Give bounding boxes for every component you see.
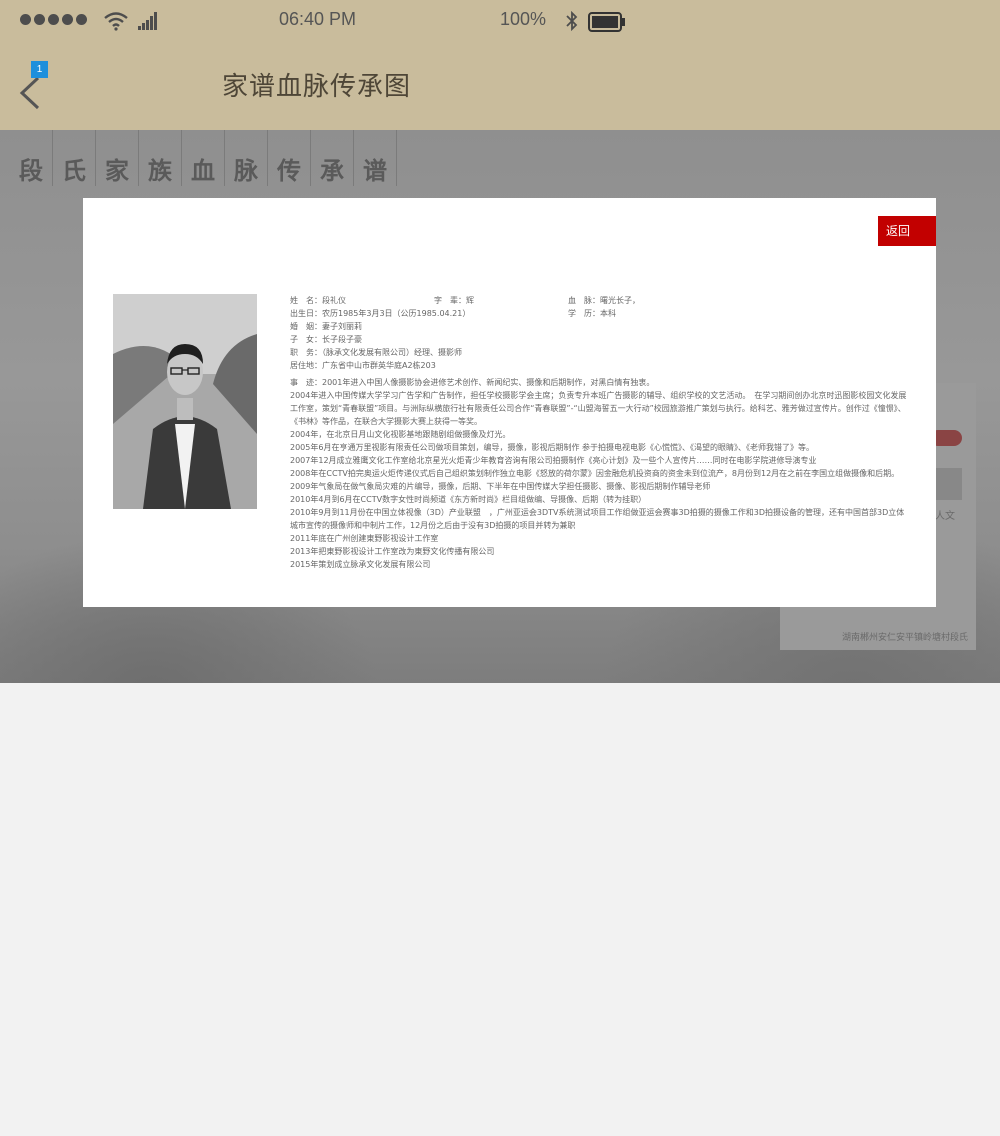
banner-char: 传 — [268, 130, 311, 186]
info-marriage: 婚 姻：妻子刘丽莉 — [290, 322, 362, 331]
profile-info: 姓 名：段礼仪 字 辈：辉 血 脉：曙光长子， 出生日：农历1985年3月3日（… — [290, 294, 910, 571]
banner-char: 承 — [311, 130, 354, 186]
page-title: 家谱血脉传承图 — [222, 72, 412, 102]
biography: 事 迹：2001年进入中国人像摄影协会进修艺术创作、新闻纪实、摄像和后期制作，对… — [290, 376, 910, 571]
battery-icon — [588, 12, 625, 32]
info-generation: 字 辈：辉 — [434, 296, 474, 305]
biography-line: 2007年12月成立雅鹰文化工作室给北京星光火炬青少年教育咨询有限公司拍摄制作《… — [290, 456, 817, 465]
info-name: 姓 名：段礼仪 — [290, 296, 346, 305]
lineage-background: 段 氏 家 族 血 脉 传 承 谱 人文 湖南郴州安仁安平镇岭塘村段氏 返回 姓… — [0, 130, 1000, 683]
biography-line: 2011年底在广州创建東野影视设计工作室 — [290, 534, 439, 543]
return-button[interactable]: 返回 — [878, 216, 936, 246]
biography-line: 2005年6月在亨通万里视影有限责任公司做项目策划，编导，摄像，影视后期制作 参… — [290, 443, 814, 452]
biography-line: 2015年策划成立脉承文化发展有限公司 — [290, 560, 431, 569]
banner-char: 血 — [182, 130, 225, 186]
status-time: 06:40 PM — [279, 9, 357, 29]
banner-char: 家 — [96, 130, 139, 186]
banner-char: 谱 — [354, 130, 397, 186]
cellular-signal-icon — [138, 12, 157, 30]
battery-percentage: 100% — [500, 9, 547, 29]
info-lineage: 血 脉：曙光长子， — [568, 296, 640, 305]
bluetooth-icon — [566, 11, 578, 31]
biography-line: 2004年进入中国传媒大学学习广告学和广告制作，担任学校摄影学会主席；负责专升本… — [290, 391, 907, 426]
status-bar: 06:40 PM 100% — [0, 0, 1000, 42]
signal-dots-icon — [20, 14, 87, 25]
banner-char: 段 — [10, 130, 53, 186]
info-position: 职 务：（脉承文化发展有限公司）经理、摄影师 — [290, 348, 462, 357]
profile-modal: 返回 姓 名：段礼仪 字 辈：辉 血 脉：曙光长子， 出生日：农历1985年3月… — [83, 198, 936, 607]
info-row: 出生日：农历1985年3月3日（公历1985.04.21） 学 历：本科 — [290, 307, 910, 320]
banner-char: 氏 — [53, 130, 96, 186]
info-residence: 居住地：广东省中山市群英华庭A2栋203 — [290, 361, 436, 370]
biography-line: 2008年在CCTV拍完奥运火炬传递仪式后自己组织策划制作独立电影《怒放的荷尔蒙… — [290, 469, 900, 478]
biography-line: 2009年气象局在做气象局灾难的片编导，摄像，后期、下半年在中国传媒大学担任摄影… — [290, 482, 711, 491]
banner-char: 脉 — [225, 130, 268, 186]
biography-line: 2013年把東野影视设计工作室改为東野文化传播有限公司 — [290, 547, 495, 556]
portrait-photo — [113, 294, 257, 509]
info-row: 姓 名：段礼仪 字 辈：辉 血 脉：曙光长子， — [290, 294, 910, 307]
info-row: 婚 姻：妻子刘丽莉 — [290, 320, 910, 333]
info-children: 子 女：长子段子豪 — [290, 335, 362, 344]
nav-bar: 1 家谱血脉传承图 — [0, 42, 1000, 130]
wifi-icon — [104, 12, 128, 31]
info-birthday: 出生日：农历1985年3月3日（公历1985.04.21） — [290, 309, 471, 318]
banner-char: 族 — [139, 130, 182, 186]
side-panel-text: 人文 — [935, 511, 955, 522]
biography-line: 事 迹：2001年进入中国人像摄影协会进修艺术创作、新闻纪实、摄像和后期制作，对… — [290, 378, 655, 387]
notification-badge: 1 — [31, 61, 48, 78]
biography-line: 2010年4月到6月在CCTV数字女性时尚频道《东方新时尚》栏目组做编、导摄像、… — [290, 495, 647, 504]
biography-line: 2004年，在北京日月山文化视影基地跟随剧组做摄像及灯光。 — [290, 430, 511, 439]
family-banner: 段 氏 家 族 血 脉 传 承 谱 — [10, 130, 400, 186]
biography-line: 2010年9月到11月份在中国立体视像（3D）产业联盟 ，广州亚运会3DTV系统… — [290, 508, 905, 530]
info-education: 学 历：本科 — [568, 309, 616, 318]
info-row: 居住地：广东省中山市群英华庭A2栋203 — [290, 359, 910, 372]
info-row: 子 女：长子段子豪 — [290, 333, 910, 346]
footer-caption: 湖南郴州安仁安平镇岭塘村段氏 — [842, 633, 969, 643]
info-row: 职 务：（脉承文化发展有限公司）经理、摄影师 — [290, 346, 910, 359]
